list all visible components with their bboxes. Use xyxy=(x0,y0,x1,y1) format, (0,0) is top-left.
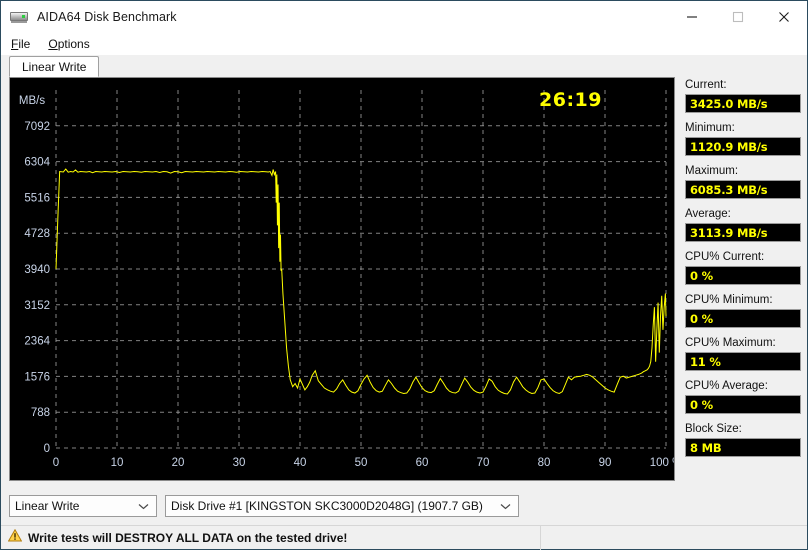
stat-label: Current: xyxy=(685,79,727,91)
disk-drive-select[interactable]: Disk Drive #1 [KINGSTON SKC3000D2048G] (… xyxy=(165,495,519,517)
tab-label: Linear Write xyxy=(22,59,87,74)
stat-label: CPU% Average: xyxy=(685,380,768,392)
stat-value: 0 % xyxy=(685,309,801,328)
stat-value: 3425.0 MB/s xyxy=(685,94,801,113)
stat-minimum: Minimum: 1120.9 MB/s xyxy=(685,122,801,156)
svg-text:50: 50 xyxy=(355,457,368,469)
title-bar: AIDA64 Disk Benchmark xyxy=(1,1,807,33)
close-icon[interactable] xyxy=(761,1,807,33)
svg-text:100 %: 100 % xyxy=(650,457,674,469)
svg-text:7092: 7092 xyxy=(24,121,50,133)
stat-cpu-current: CPU% Current: 0 % xyxy=(685,251,801,285)
svg-text:0: 0 xyxy=(53,457,59,469)
menu-item-file[interactable]: File xyxy=(9,36,32,52)
stat-value: 11 % xyxy=(685,352,801,371)
stat-cpu-average: CPU% Average: 0 % xyxy=(685,380,801,414)
stat-cpu-minimum: CPU% Minimum: 0 % xyxy=(685,294,801,328)
window-title: AIDA64 Disk Benchmark xyxy=(37,10,177,24)
minimize-icon[interactable] xyxy=(669,1,715,33)
stat-label: Maximum: xyxy=(685,165,739,177)
disk-drive-value: Disk Drive #1 [KINGSTON SKC3000D2048G] (… xyxy=(171,499,483,513)
stat-value: 1120.9 MB/s xyxy=(685,137,801,156)
status-bar: Write tests will DESTROY ALL DATA on the… xyxy=(1,525,807,550)
svg-text:0: 0 xyxy=(44,443,50,455)
svg-text:40: 40 xyxy=(294,457,307,469)
svg-text:788: 788 xyxy=(31,407,50,419)
benchmark-mode-value: Linear Write xyxy=(15,499,80,513)
svg-text:90: 90 xyxy=(599,457,612,469)
stat-value: 8 MB xyxy=(685,438,801,457)
stat-label: Minimum: xyxy=(685,122,735,134)
svg-text:1576: 1576 xyxy=(24,371,50,383)
svg-text:60: 60 xyxy=(416,457,429,469)
elapsed-timer: 26:19 xyxy=(539,89,602,111)
disk-drive-icon xyxy=(10,10,28,24)
svg-text:30: 30 xyxy=(233,457,246,469)
svg-text:70: 70 xyxy=(477,457,490,469)
stat-value: 0 % xyxy=(685,266,801,285)
status-right-segment xyxy=(541,526,807,550)
svg-text:80: 80 xyxy=(538,457,551,469)
tab-strip: Linear Write xyxy=(1,55,807,77)
statistics-panel: Current: 3425.0 MB/s Minimum: 1120.9 MB/… xyxy=(685,77,801,492)
stat-label: CPU% Minimum: xyxy=(685,294,773,306)
stat-label: CPU% Maximum: xyxy=(685,337,776,349)
benchmark-mode-select[interactable]: Linear Write xyxy=(9,495,157,517)
status-text: Write tests will DESTROY ALL DATA on the… xyxy=(28,530,348,545)
status-warning: Write tests will DESTROY ALL DATA on the… xyxy=(1,525,541,550)
stat-value: 3113.9 MB/s xyxy=(685,223,801,242)
chevron-down-icon xyxy=(138,499,149,513)
svg-text:6304: 6304 xyxy=(24,157,50,169)
stat-value: 0 % xyxy=(685,395,801,414)
selector-row: Linear Write Disk Drive #1 [KINGSTON SKC… xyxy=(9,495,799,517)
stat-maximum: Maximum: 6085.3 MB/s xyxy=(685,165,801,199)
stat-current: Current: 3425.0 MB/s xyxy=(685,79,801,113)
svg-text:5516: 5516 xyxy=(24,192,50,204)
window-controls xyxy=(669,1,807,33)
svg-text:2364: 2364 xyxy=(24,336,50,348)
menu-item-options[interactable]: Options xyxy=(46,36,91,52)
stat-label: Block Size: xyxy=(685,423,742,435)
maximize-icon[interactable] xyxy=(715,1,761,33)
svg-text:4728: 4728 xyxy=(24,228,50,240)
aida64-disk-benchmark-window: AIDA64 Disk Benchmark File Options Linea… xyxy=(0,0,808,550)
stat-average: Average: 3113.9 MB/s xyxy=(685,208,801,242)
chart-canvas: MB/s 0 788 1576 2364 3152 3940 4728 5516 6304 7092… xyxy=(19,90,674,469)
chevron-down-icon xyxy=(500,499,511,513)
tab-linear-write[interactable]: Linear Write xyxy=(9,56,100,77)
linear-write-chart: MB/s 0 788 1576 2364 3152 3940 4728 5516 6304 7092… xyxy=(9,77,675,481)
warning-icon xyxy=(7,528,23,547)
stat-label: CPU% Current: xyxy=(685,251,765,263)
svg-text:20: 20 xyxy=(172,457,185,469)
svg-text:3152: 3152 xyxy=(24,300,50,312)
menu-bar: File Options xyxy=(1,33,807,55)
stat-block-size: Block Size: 8 MB xyxy=(685,423,801,457)
stat-value: 6085.3 MB/s xyxy=(685,180,801,199)
main-content: MB/s 0 788 1576 2364 3152 3940 4728 5516 6304 7092… xyxy=(1,77,807,492)
svg-text:MB/s: MB/s xyxy=(19,95,45,107)
stat-cpu-maximum: CPU% Maximum: 11 % xyxy=(685,337,801,371)
svg-text:10: 10 xyxy=(111,457,124,469)
stat-label: Average: xyxy=(685,208,731,220)
svg-text:3940: 3940 xyxy=(24,264,50,276)
